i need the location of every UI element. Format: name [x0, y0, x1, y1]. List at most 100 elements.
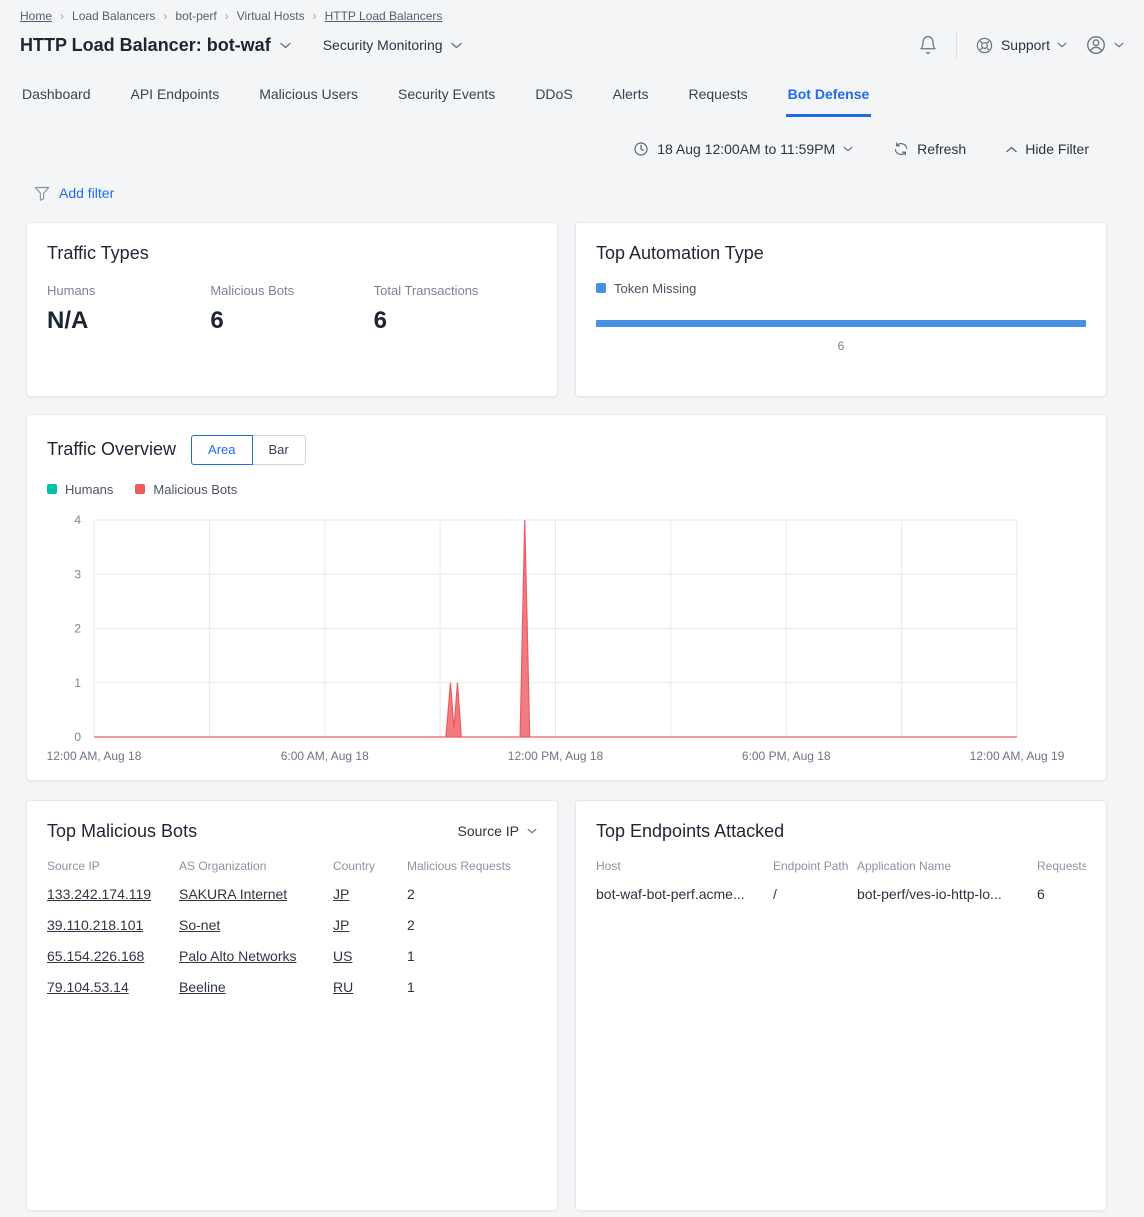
table-cell-link[interactable]: JP	[333, 886, 407, 902]
security-monitoring-selector[interactable]: Security Monitoring	[323, 37, 462, 53]
selector-label: Security Monitoring	[323, 37, 443, 53]
metric-value: 6	[374, 307, 537, 335]
chevron-down-icon	[1057, 42, 1067, 48]
tab-malicious-users[interactable]: Malicious Users	[257, 82, 360, 117]
table-cell-link[interactable]: Palo Alto Networks	[179, 948, 333, 964]
svg-text:12:00 PM, Aug 18: 12:00 PM, Aug 18	[508, 749, 604, 763]
tab-ddos[interactable]: DDoS	[533, 82, 574, 117]
traffic-overview-title: Traffic Overview	[47, 439, 176, 460]
tab-alerts[interactable]: Alerts	[611, 82, 651, 117]
legend-item: Humans	[47, 482, 113, 497]
add-filter-label: Add filter	[59, 185, 114, 201]
svg-text:12:00 AM, Aug 19: 12:00 AM, Aug 19	[970, 749, 1065, 763]
date-range-label: 18 Aug 12:00AM to 11:59PM	[657, 141, 835, 157]
support-icon	[975, 36, 994, 55]
table-header-row: HostEndpoint PathApplication NameRequest…	[596, 859, 1086, 873]
breadcrumb-separator: ›	[313, 9, 317, 23]
table-cell-link[interactable]: 133.242.174.119	[47, 886, 179, 902]
legend-label: Malicious Bots	[153, 482, 237, 497]
page-title-text: HTTP Load Balancer: bot-waf	[20, 35, 271, 56]
tab-security-events[interactable]: Security Events	[396, 82, 497, 117]
breadcrumb-item[interactable]: HTTP Load Balancers	[325, 9, 443, 23]
endpoints-table: HostEndpoint PathApplication NameRequest…	[596, 859, 1086, 910]
table-cell: 6	[1037, 886, 1086, 902]
chevron-down-icon	[843, 146, 853, 152]
account-menu[interactable]	[1085, 34, 1124, 56]
breadcrumb-item[interactable]: Virtual Hosts	[237, 9, 305, 23]
table-cell-link[interactable]: So-net	[179, 917, 333, 933]
breadcrumb: Home › Load Balancers › bot-perf › Virtual Hos…	[20, 9, 1124, 23]
legend-swatch	[596, 283, 606, 293]
table-cell: 2	[407, 886, 537, 902]
group-by-select[interactable]: Source IP	[458, 823, 537, 839]
table-row: 39.110.218.101So-netJP2	[47, 910, 537, 941]
chevron-down-icon	[451, 42, 462, 49]
table-cell-link[interactable]: RU	[333, 979, 407, 995]
malicious-bots-table: Source IPAS OrganizationCountryMalicious…	[47, 859, 537, 1003]
column-header: Source IP	[47, 859, 179, 873]
automation-bar	[596, 320, 1086, 327]
metric: Total Transactions 6	[374, 283, 537, 335]
chevron-up-icon	[1006, 146, 1017, 153]
top-endpoints-card: Top Endpoints Attacked HostEndpoint Path…	[575, 800, 1107, 1211]
table-cell: bot-perf/ves-io-http-lo...	[857, 886, 1037, 902]
column-header: Endpoint Path	[773, 859, 857, 873]
metric-value: N/A	[47, 307, 210, 335]
table-cell: bot-waf-bot-perf.acme...	[596, 886, 773, 902]
table-cell-link[interactable]: 39.110.218.101	[47, 917, 179, 933]
table-row: bot-waf-bot-perf.acme.../bot-perf/ves-io…	[596, 879, 1086, 910]
tab-bar: Dashboard API Endpoints Malicious Users Sec…	[0, 82, 1144, 117]
svg-text:6:00 PM, Aug 18: 6:00 PM, Aug 18	[742, 749, 831, 763]
breadcrumb-item[interactable]: bot-perf	[175, 9, 216, 23]
table-cell-link[interactable]: Beeline	[179, 979, 333, 995]
table-cell-link[interactable]: JP	[333, 917, 407, 933]
metric: Malicious Bots6	[210, 283, 373, 335]
metric-label: Total Transactions	[374, 283, 537, 298]
tab-api-endpoints[interactable]: API Endpoints	[129, 82, 222, 117]
filter-icon	[34, 186, 50, 201]
divider	[956, 32, 957, 58]
breadcrumb-item[interactable]: Load Balancers	[72, 9, 155, 23]
top-malicious-bots-card: Top Malicious Bots Source IP Source IPAS…	[26, 800, 558, 1211]
chart-type-toggle: AreaBar	[191, 435, 306, 465]
top-header: Home › Load Balancers › bot-perf › Virtual Hos…	[0, 0, 1144, 58]
toggle-bar[interactable]: Bar	[252, 435, 306, 465]
legend-item: Token Missing	[596, 281, 696, 296]
breadcrumb-separator: ›	[225, 9, 229, 23]
notifications-button[interactable]	[918, 34, 938, 56]
automation-legend: Token Missing	[596, 281, 1086, 296]
refresh-button[interactable]: Refresh	[893, 141, 966, 157]
breadcrumb-separator: ›	[163, 9, 167, 23]
group-by-value: Source IP	[458, 823, 519, 839]
svg-text:2: 2	[74, 621, 81, 635]
traffic-overview-header: Traffic Overview AreaBar	[47, 435, 1086, 465]
breadcrumb-item[interactable]: Home	[20, 9, 52, 23]
toggle-area[interactable]: Area	[191, 435, 252, 465]
account-icon	[1085, 34, 1107, 56]
tab-requests[interactable]: Requests	[686, 82, 749, 117]
chevron-down-icon[interactable]	[280, 42, 291, 49]
column-header: AS Organization	[179, 859, 333, 873]
legend-swatch	[47, 484, 57, 494]
table-cell-link[interactable]: 79.104.53.14	[47, 979, 179, 995]
tab-dashboard[interactable]: Dashboard	[20, 82, 93, 117]
metric: HumansN/A	[47, 283, 210, 335]
table-header-row: Source IPAS OrganizationCountryMalicious…	[47, 859, 537, 873]
legend-label: Humans	[65, 482, 113, 497]
legend-label: Token Missing	[614, 281, 696, 296]
date-range-picker[interactable]: 18 Aug 12:00AM to 11:59PM	[633, 141, 853, 157]
tab-bot-defense[interactable]: Bot Defense	[786, 82, 872, 117]
support-menu[interactable]: Support	[975, 36, 1067, 55]
table-cell-link[interactable]: SAKURA Internet	[179, 886, 333, 902]
traffic-types-card: Traffic Types HumansN/AMalicious Bots6To…	[26, 222, 558, 397]
table-cell-link[interactable]: US	[333, 948, 407, 964]
column-header: Application Name	[857, 859, 1037, 873]
title-row: HTTP Load Balancer: bot-waf Security Mon…	[20, 32, 1124, 58]
hide-filter-button[interactable]: Hide Filter	[1006, 141, 1089, 157]
metric-label: Malicious Bots	[210, 283, 373, 298]
add-filter-button[interactable]: Add filter	[34, 185, 114, 201]
table-cell-link[interactable]: 65.154.226.168	[47, 948, 179, 964]
top-malicious-bots-title: Top Malicious Bots	[47, 821, 197, 842]
bell-icon	[918, 34, 938, 56]
support-label: Support	[1001, 37, 1050, 53]
